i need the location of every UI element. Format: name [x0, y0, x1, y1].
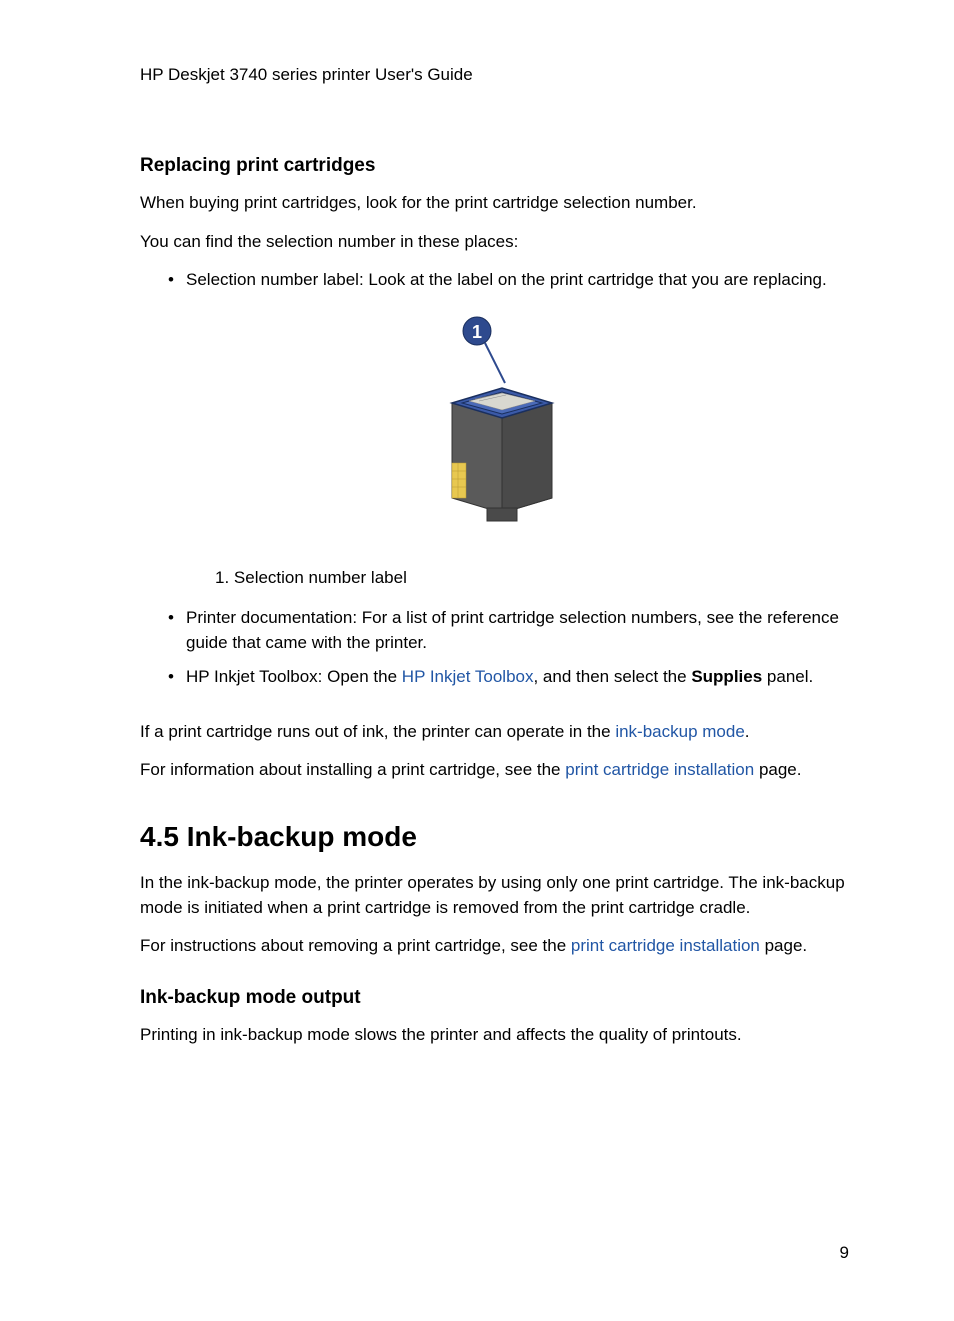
body-paragraph: When buying print cartridges, look for t…: [140, 191, 854, 216]
bullet-item: HP Inkjet Toolbox: Open the HP Inkjet To…: [168, 665, 854, 690]
bullet-text-mid: , and then select the: [533, 667, 691, 686]
text-prefix: For instructions about removing a print …: [140, 936, 571, 955]
body-paragraph: For information about installing a print…: [140, 758, 854, 783]
bullet-text-prefix: HP Inkjet Toolbox: Open the: [186, 667, 402, 686]
section-heading-replacing: Replacing print cartridges: [140, 155, 854, 177]
section-heading-ink-backup: 4.5 Ink-backup mode: [140, 821, 854, 853]
body-paragraph: In the ink-backup mode, the printer oper…: [140, 871, 854, 920]
link-print-cartridge-installation-2[interactable]: print cartridge installation: [571, 936, 760, 955]
text-prefix: If a print cartridge runs out of ink, th…: [140, 722, 615, 741]
cartridge-image: 1: [407, 313, 587, 533]
link-ink-backup-mode[interactable]: ink-backup mode: [615, 722, 744, 741]
body-paragraph: For instructions about removing a print …: [140, 934, 854, 959]
bullet-item: Printer documentation: For a list of pri…: [168, 606, 854, 655]
link-hp-inkjet-toolbox[interactable]: HP Inkjet Toolbox: [402, 667, 534, 686]
bullet-text-suffix: panel.: [762, 667, 813, 686]
page-number: 9: [840, 1243, 849, 1263]
link-print-cartridge-installation[interactable]: print cartridge installation: [565, 760, 754, 779]
cartridge-figure: 1: [140, 313, 854, 538]
text-suffix: .: [745, 722, 750, 741]
bullet-item: Selection number label: Look at the labe…: [168, 268, 854, 293]
subsection-heading-output: Ink-backup mode output: [140, 987, 854, 1009]
body-paragraph: You can find the selection number in the…: [140, 230, 854, 255]
page-header: HP Deskjet 3740 series printer User's Gu…: [140, 65, 854, 85]
bullet-list: Printer documentation: For a list of pri…: [140, 606, 854, 690]
svg-text:1: 1: [472, 322, 482, 342]
text-suffix: page.: [754, 760, 801, 779]
supplies-bold: Supplies: [691, 667, 762, 686]
bullet-list: Selection number label: Look at the labe…: [140, 268, 854, 293]
text-prefix: For information about installing a print…: [140, 760, 565, 779]
body-paragraph: Printing in ink-backup mode slows the pr…: [140, 1023, 854, 1048]
figure-caption: 1. Selection number label: [215, 568, 854, 588]
body-paragraph: If a print cartridge runs out of ink, th…: [140, 720, 854, 745]
text-suffix: page.: [760, 936, 807, 955]
